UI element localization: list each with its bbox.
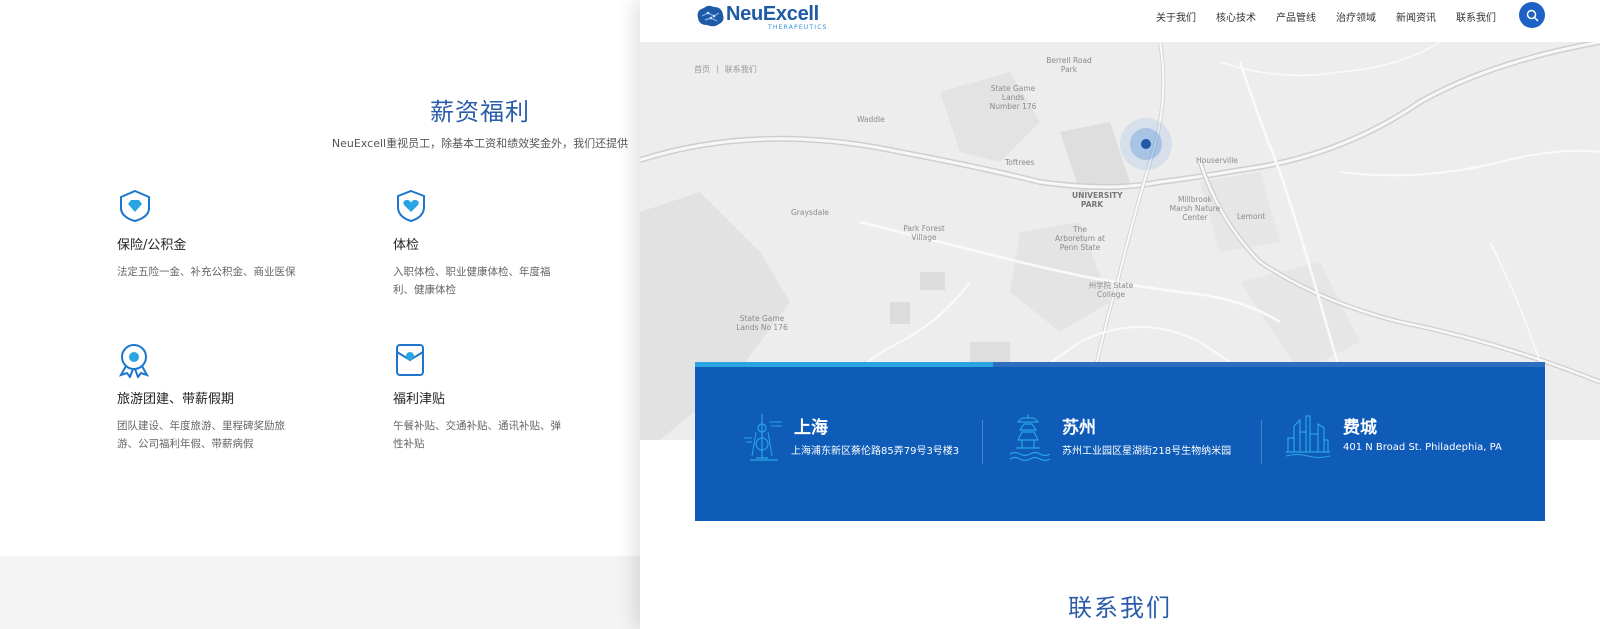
map-label: Houserville bbox=[1196, 156, 1238, 165]
office-city: 费城 bbox=[1343, 418, 1377, 438]
benefit-title: 福利津贴 bbox=[393, 392, 446, 407]
heart-shield-icon bbox=[397, 189, 425, 223]
search-icon bbox=[1526, 9, 1539, 22]
map-label: Waddle bbox=[857, 115, 885, 124]
logo-subtext: THERAPEUTICS bbox=[768, 24, 828, 31]
office-address: 上海浦东新区蔡伦路85弄79号3号楼3 bbox=[791, 446, 960, 457]
nav-item-technology[interactable]: 核心技术 bbox=[1216, 9, 1256, 24]
logo[interactable]: NeuExcell THERAPEUTICS bbox=[694, 2, 834, 32]
carousel-progress-fill bbox=[695, 362, 993, 367]
breadcrumb-separator: | bbox=[716, 64, 719, 73]
office-city: 苏州 bbox=[1062, 418, 1096, 438]
diamond-shield-icon bbox=[120, 189, 150, 223]
benefit-description: 法定五险一金、补充公积金、商业医保 bbox=[117, 266, 296, 278]
city-skyline-icon bbox=[1286, 415, 1330, 458]
benefit-card-allowance: 福利津贴 午餐补贴、交通补贴、通讯补贴、弹性补贴 bbox=[393, 342, 568, 453]
benefit-title: 体检 bbox=[393, 238, 420, 253]
map-label: State Game Lands Number 176 bbox=[989, 84, 1037, 111]
map-label: Berrell Road Park bbox=[1046, 56, 1092, 74]
map-label: Millbrook Marsh Nature Center bbox=[1169, 195, 1221, 222]
benefits-title: 薪资福利 bbox=[430, 98, 530, 126]
divider bbox=[982, 420, 983, 464]
offices-panel: 上海 上海浦东新区蔡伦路85弄79号3号楼3 苏州 苏州工业园区星湖街218号生… bbox=[695, 362, 1545, 521]
benefit-description: 午餐补贴、交通补贴、通讯补贴、弹性补贴 bbox=[393, 420, 561, 450]
benefit-title: 旅游团建、带薪假期 bbox=[117, 392, 235, 407]
nav-item-about[interactable]: 关于我们 bbox=[1156, 9, 1196, 24]
benefits-subtitle: NeuExcell重视员工，除基本工资和绩效奖金外，我们还提供 bbox=[331, 137, 629, 150]
benefit-title: 保险/公积金 bbox=[117, 238, 187, 253]
nav-item-therapeutic-areas[interactable]: 治疗领域 bbox=[1336, 9, 1376, 24]
nav-item-contact[interactable]: 联系我们 bbox=[1456, 9, 1496, 24]
benefit-description: 团队建设、年度旅游、里程碑奖励旅游、公司福利年假、带薪病假 bbox=[117, 420, 285, 450]
envelope-icon bbox=[396, 344, 424, 376]
benefits-page: 薪资福利 NeuExcell重视员工，除基本工资和绩效奖金外，我们还提供 保险/… bbox=[0, 0, 640, 629]
nav-item-news[interactable]: 新闻资讯 bbox=[1396, 9, 1436, 24]
logo-text: NeuExcell bbox=[726, 3, 819, 25]
tv-tower-icon bbox=[744, 414, 782, 461]
breadcrumb: 首页 | 联系我们 bbox=[694, 64, 757, 75]
map-label: Lemont bbox=[1237, 212, 1266, 221]
map-label: State Game Lands No 176 bbox=[736, 314, 788, 332]
nav-item-pipeline[interactable]: 产品管线 bbox=[1276, 9, 1316, 24]
office-address: 苏州工业园区星湖街218号生物纳米园 bbox=[1062, 446, 1232, 457]
benefit-card-insurance: 保险/公积金 法定五险一金、补充公积金、商业医保 bbox=[117, 188, 307, 281]
map-label: 州学院 State College bbox=[1088, 281, 1134, 299]
map-label: The Arboretum at Penn State bbox=[1054, 225, 1106, 252]
office-city: 上海 bbox=[794, 418, 828, 438]
map-label: Park Forest Village bbox=[903, 224, 945, 242]
carousel-progress-track bbox=[695, 362, 1545, 367]
office-address: 401 N Broad St. Philadephia, PA bbox=[1343, 442, 1502, 453]
map-label: Toftrees bbox=[1005, 158, 1035, 167]
footer-band bbox=[0, 556, 640, 629]
contact-title: 联系我们 bbox=[1068, 594, 1172, 622]
site-header: NeuExcell THERAPEUTICS 关于我们 核心技术 产品管线 治疗… bbox=[640, 0, 1600, 42]
benefit-card-checkup: 体检 入职体检、职业健康体检、年度福利、健康体检 bbox=[393, 188, 568, 299]
brain-logo-icon bbox=[697, 5, 724, 27]
benefit-card-travel: 旅游团建、带薪假期 团队建设、年度旅游、里程碑奖励旅游、公司福利年假、带薪病假 bbox=[117, 342, 297, 453]
contact-page: NeuExcell THERAPEUTICS 关于我们 核心技术 产品管线 治疗… bbox=[640, 0, 1600, 629]
map-label: UNIVERSITY PARK bbox=[1072, 191, 1123, 209]
map-label: Graysdale bbox=[791, 208, 829, 217]
search-button[interactable] bbox=[1519, 2, 1545, 28]
breadcrumb-home[interactable]: 首页 bbox=[694, 64, 710, 75]
divider bbox=[1261, 420, 1262, 464]
award-badge-icon bbox=[118, 344, 150, 378]
pagoda-icon bbox=[1009, 414, 1051, 462]
main-nav: 关于我们 核心技术 产品管线 治疗领域 新闻资讯 联系我们 bbox=[1156, 9, 1496, 24]
benefit-description: 入职体检、职业健康体检、年度福利、健康体检 bbox=[393, 266, 551, 296]
breadcrumb-current: 联系我们 bbox=[724, 65, 757, 74]
